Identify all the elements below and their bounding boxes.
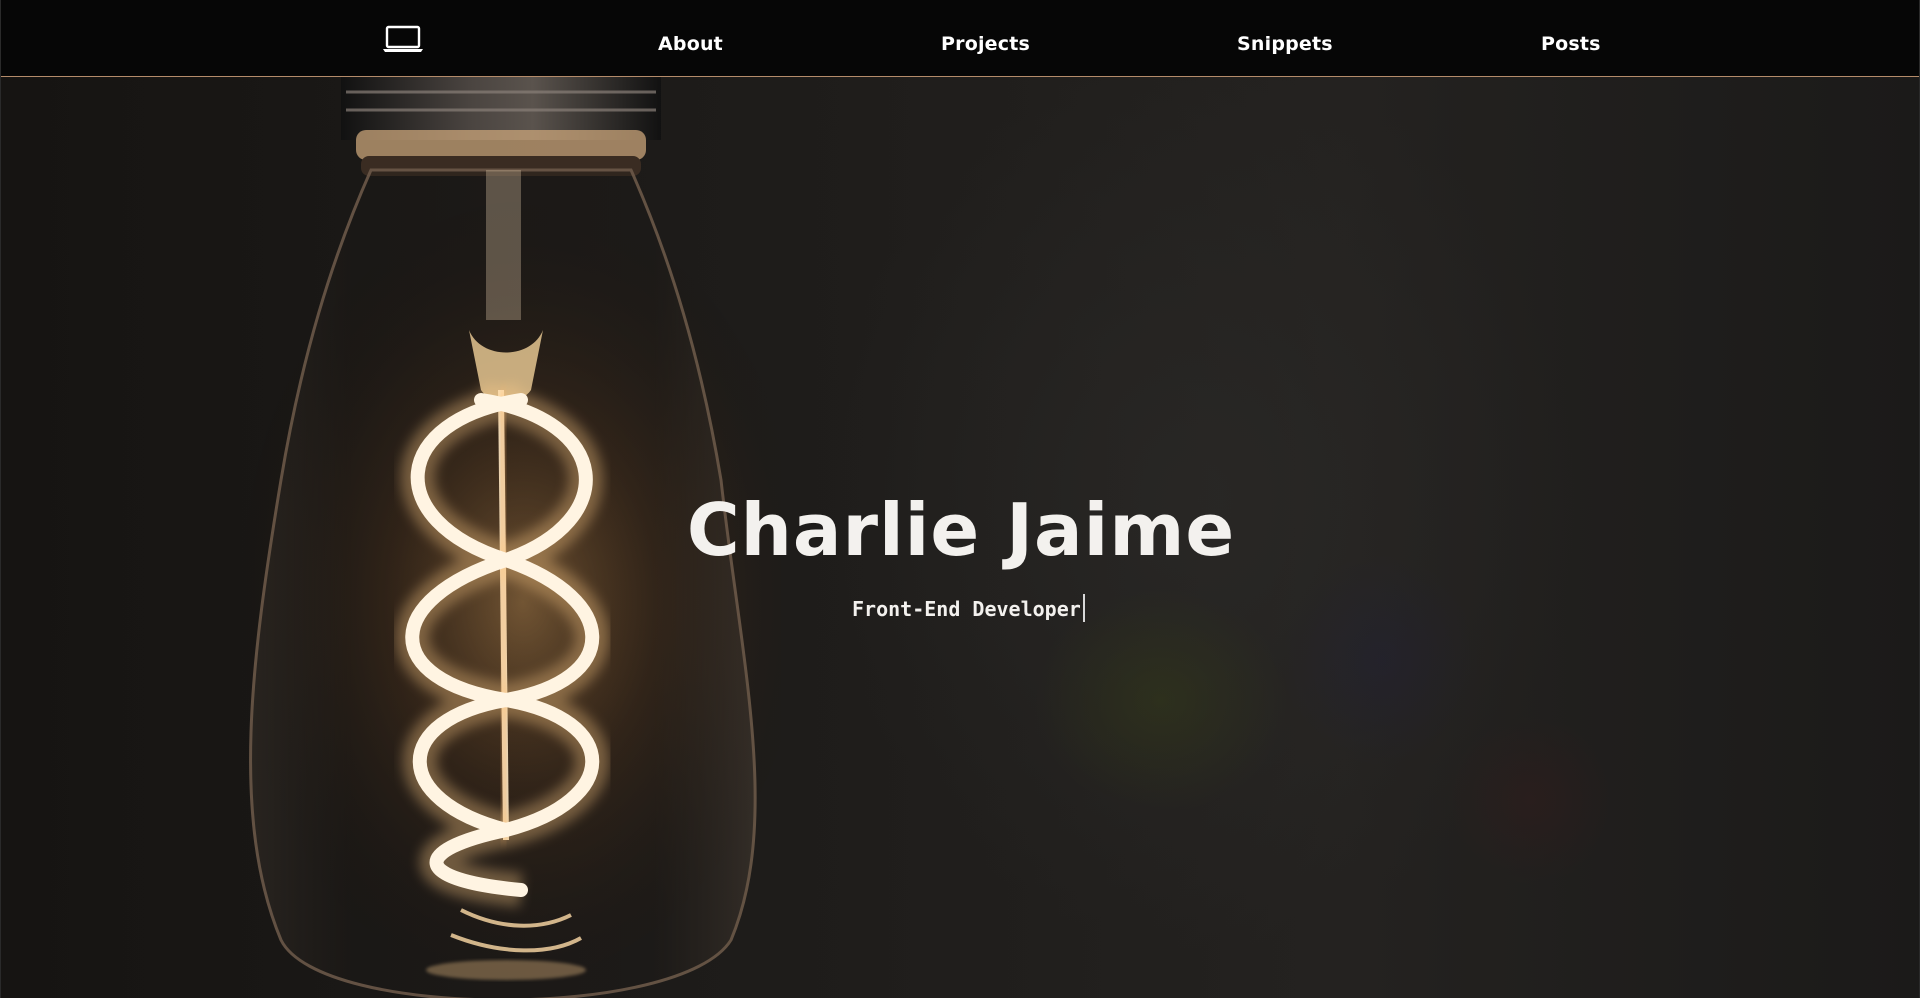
nav-link-about[interactable]: About <box>658 33 723 55</box>
laptop-icon[interactable] <box>383 25 423 53</box>
typing-cursor <box>1082 594 1085 622</box>
hero-name: Charlie Jaime <box>686 488 1236 573</box>
nav-link-projects[interactable]: Projects <box>941 33 1030 55</box>
page: About Projects Snippets Posts Charlie Ja… <box>0 0 1920 998</box>
hero-role: Front-End Developer <box>852 594 1085 622</box>
nav-link-posts[interactable]: Posts <box>1541 33 1601 55</box>
top-nav: About Projects Snippets Posts <box>1 0 1919 77</box>
nav-link-snippets[interactable]: Snippets <box>1237 33 1333 55</box>
hero-role-text: Front-End Developer <box>852 597 1081 621</box>
